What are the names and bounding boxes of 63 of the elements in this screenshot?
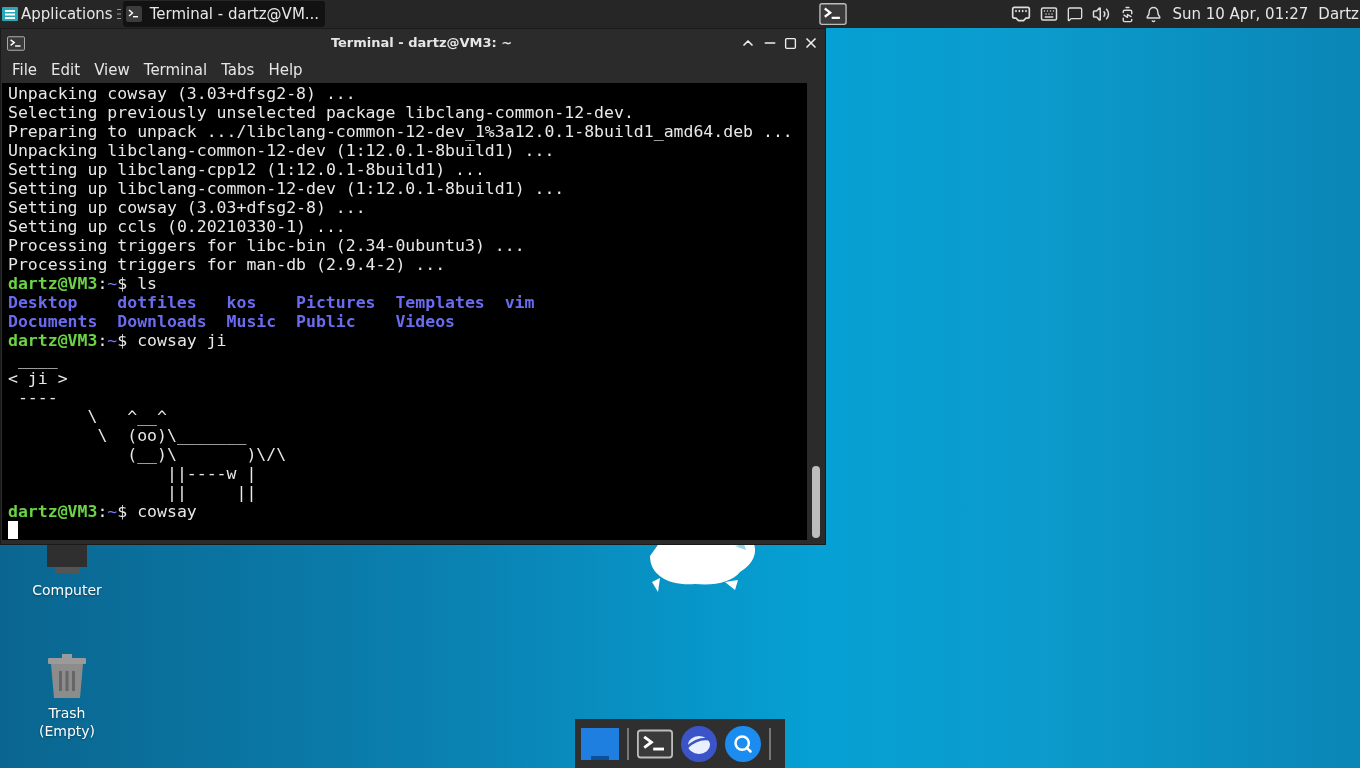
directory-name: Downloads xyxy=(117,312,207,331)
terminal-line: Unpacking libclang-common-12-dev (1:12.0.1-8build1) ... xyxy=(8,141,555,160)
directory-name: Videos xyxy=(395,312,455,331)
web-browser-icon[interactable] xyxy=(681,725,717,762)
window-title: Terminal - dartz@VM3: ~ xyxy=(329,34,513,53)
terminal-line: \ (oo)\_______ xyxy=(96,426,247,445)
directory-name: Pictures xyxy=(296,293,376,312)
keyboard-icon[interactable] xyxy=(1040,5,1059,23)
terminal-line: Processing triggers for man-db (2.9.4-2) ... xyxy=(8,255,446,274)
terminal-line: Preparing to unpack .../libclang-common-12-dev_1%3a12.0.1-8build1_amd64.deb ... xyxy=(8,122,793,141)
directory-name: Music xyxy=(226,312,277,331)
directory-name: Templates xyxy=(395,293,485,312)
chat-icon[interactable] xyxy=(1067,6,1084,22)
separator-handle-icon xyxy=(116,9,121,19)
terminal-line: Setting up cowsay (3.03+dfsg2-8) ... xyxy=(8,198,366,217)
terminal-line: \ ^__^ xyxy=(86,407,167,426)
search-icon[interactable] xyxy=(725,725,761,762)
terminal-line: ||----w | xyxy=(165,464,257,483)
window-terminal-icon[interactable] xyxy=(7,35,25,51)
prompt-line: dartz@VM3:~$ cowsay xyxy=(8,502,197,521)
desktop-icon-label[interactable]: Trash (Empty) xyxy=(32,704,102,740)
terminal-line: Setting up libclang-cpp12 (1:12.0.1-8build1) ... xyxy=(8,160,485,179)
menu-item[interactable]: File xyxy=(5,58,45,82)
terminal-line: Processing triggers for libc-bin (2.34-0ubuntu3) ... xyxy=(8,236,525,255)
directory-name: Public xyxy=(296,312,356,331)
maximize-icon[interactable] xyxy=(784,36,797,50)
text-cursor xyxy=(8,521,18,539)
terminal-line: Setting up ccls (0.20210330-1) ... xyxy=(8,217,346,236)
terminal-line: ---- xyxy=(16,388,58,407)
directory-name: vim xyxy=(504,293,535,312)
prompt-line: dartz@VM3:~$ ls xyxy=(8,274,158,293)
directory-name: Desktop xyxy=(8,293,78,312)
scrollbar-thumb[interactable] xyxy=(811,466,820,538)
notification-icon[interactable] xyxy=(1145,5,1163,23)
menu-item[interactable]: Tabs xyxy=(214,58,262,82)
directory-name: kos xyxy=(226,293,257,312)
terminal-line: || || xyxy=(165,483,257,502)
terminal-icon[interactable] xyxy=(637,727,673,760)
show-desktop-icon[interactable] xyxy=(581,727,619,760)
directory-name: dotfiles xyxy=(117,293,197,312)
menu-item[interactable]: Help xyxy=(261,58,310,82)
menu-item[interactable]: Terminal xyxy=(136,58,215,82)
applications-menu[interactable]: Applications xyxy=(0,0,117,28)
menu-item[interactable]: View xyxy=(87,58,137,82)
close-icon[interactable] xyxy=(803,35,819,51)
user-name[interactable]: Dartz xyxy=(1318,2,1360,26)
terminal-line: ____ xyxy=(16,350,58,369)
menu-icon xyxy=(2,6,18,22)
directory-name: Documents xyxy=(8,312,98,331)
menu-item[interactable]: Edit xyxy=(44,58,88,82)
terminal-line: (__)\ )\/\ xyxy=(126,445,287,464)
terminal-launcher-icon[interactable] xyxy=(819,3,848,25)
clock[interactable]: Sun 10 Apr, 01:27 xyxy=(1172,2,1309,26)
terminal-line: Setting up libclang-common-12-dev (1:12.0.1-8build1) ... xyxy=(8,179,565,198)
terminal-line: Unpacking cowsay (3.03+dfsg2-8) ... xyxy=(8,84,356,103)
terminal-line: Selecting previously unselected package libclang-common-12-dev. xyxy=(8,103,634,122)
volume-icon[interactable] xyxy=(1092,5,1111,23)
taskbar-button[interactable]: Terminal - dartz@VM... xyxy=(122,1,326,27)
desktop-icon-label[interactable]: Computer xyxy=(32,581,102,599)
terminal-icon xyxy=(125,6,142,22)
terminal-line: < ji > xyxy=(8,369,68,388)
prompt-line: dartz@VM3:~$ cowsay ji xyxy=(8,331,227,350)
network-icon[interactable] xyxy=(1011,4,1032,24)
